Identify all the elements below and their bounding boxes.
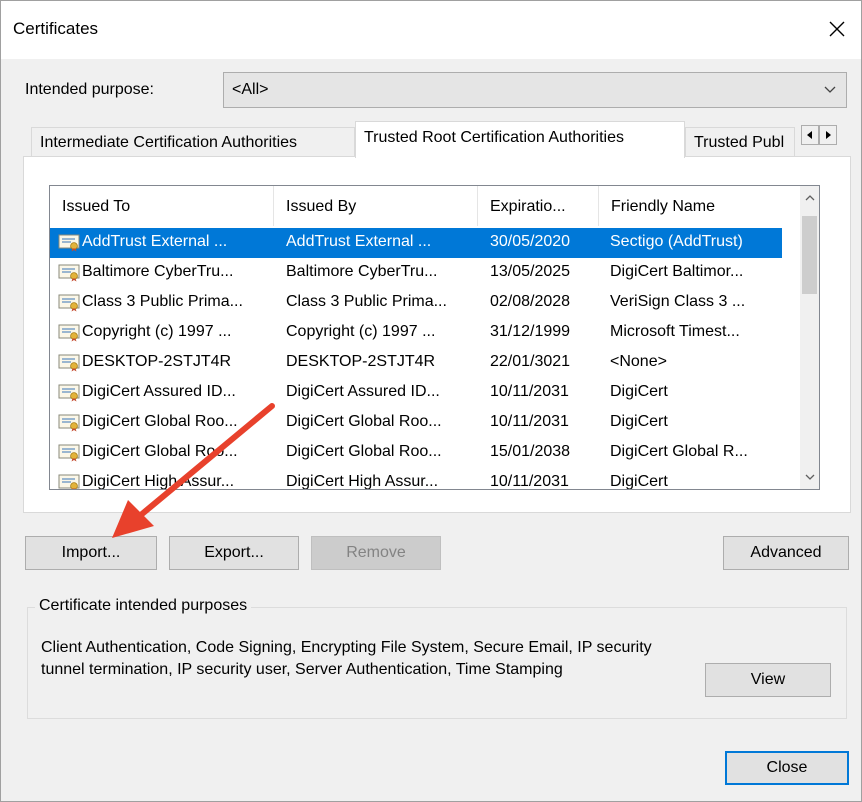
intended-purpose-value: <All> bbox=[232, 81, 269, 98]
cell-issued-by: Baltimore CyberTru... bbox=[286, 263, 438, 280]
cell-issued-by: DigiCert Assured ID... bbox=[286, 383, 440, 400]
cell-friendly: VeriSign Class 3 ... bbox=[610, 293, 746, 310]
cell-expiration: 10/11/2031 bbox=[490, 413, 569, 430]
table-row[interactable]: DigiCert Global Roo... DigiCert Global Ro… bbox=[50, 438, 782, 468]
cell-issued-by: DigiCert Global Roo... bbox=[286, 443, 442, 460]
table-row[interactable]: DigiCert Global Roo... DigiCert Global Ro… bbox=[50, 408, 782, 438]
cell-expiration: 30/05/2020 bbox=[490, 233, 571, 250]
tab-scroll-left-icon[interactable] bbox=[801, 125, 819, 145]
certificate-icon bbox=[58, 324, 80, 342]
cell-issued-to: DigiCert Global Roo... bbox=[82, 443, 238, 460]
cell-expiration: 02/08/2028 bbox=[490, 293, 571, 310]
import-button[interactable]: Import... bbox=[25, 536, 157, 570]
column-expiration[interactable]: Expiratio... bbox=[478, 186, 599, 226]
intended-purpose-label: Intended purpose: bbox=[25, 81, 154, 98]
vertical-scrollbar[interactable] bbox=[800, 186, 819, 489]
table-row[interactable]: Copyright (c) 1997 ... Copyright (c) 1997… bbox=[50, 318, 782, 348]
tab-page: Issued To Issued By Expiratio... Friendl… bbox=[23, 156, 851, 513]
tab-scroll-right-icon[interactable] bbox=[819, 125, 837, 145]
certificate-icon bbox=[58, 234, 80, 252]
certificate-list[interactable]: Issued To Issued By Expiratio... Friendl… bbox=[49, 185, 820, 490]
view-button[interactable]: View bbox=[705, 663, 831, 697]
export-button[interactable]: Export... bbox=[169, 536, 299, 570]
close-icon[interactable] bbox=[819, 11, 855, 47]
cell-expiration: 10/11/2031 bbox=[490, 473, 569, 490]
cell-issued-by: DESKTOP-2STJT4R bbox=[286, 353, 436, 370]
cell-friendly: DigiCert Baltimor... bbox=[610, 263, 744, 280]
column-issued-to[interactable]: Issued To bbox=[50, 186, 274, 226]
cell-issued-to: Copyright (c) 1997 ... bbox=[82, 323, 232, 340]
cell-friendly: DigiCert bbox=[610, 413, 668, 430]
cell-friendly: DigiCert Global R... bbox=[610, 443, 748, 460]
certificate-icon bbox=[58, 264, 80, 282]
table-row[interactable]: DigiCert High Assur... DigiCert High Assu… bbox=[50, 468, 782, 490]
table-row[interactable]: AddTrust External ... AddTrust External .… bbox=[50, 228, 782, 258]
tab-label: Intermediate Certification Authorities bbox=[40, 134, 298, 151]
certificate-icon bbox=[58, 294, 80, 312]
cell-issued-by: Copyright (c) 1997 ... bbox=[286, 323, 436, 340]
intended-purpose-select[interactable]: <All> bbox=[223, 72, 847, 108]
cell-issued-to: DigiCert Global Roo... bbox=[82, 413, 238, 430]
cell-expiration: 15/01/2038 bbox=[490, 443, 571, 460]
intended-purposes-text: Client Authentication, Code Signing, Enc… bbox=[41, 639, 652, 678]
cell-expiration: 22/01/3021 bbox=[490, 353, 571, 370]
certificate-icon bbox=[58, 384, 80, 402]
table-row[interactable]: Class 3 Public Prima... Class 3 Public Pr… bbox=[50, 288, 782, 318]
remove-button[interactable]: Remove bbox=[311, 536, 441, 570]
cell-expiration: 31/12/1999 bbox=[490, 323, 571, 340]
cell-issued-to: DigiCert Assured ID... bbox=[82, 383, 236, 400]
chevron-down-icon bbox=[824, 82, 836, 94]
cell-issued-to: DigiCert High Assur... bbox=[82, 473, 235, 490]
cell-issued-to: AddTrust External ... bbox=[82, 233, 228, 250]
dialog-title: Certificates bbox=[13, 19, 99, 38]
scroll-down-icon[interactable] bbox=[800, 467, 819, 487]
table-row[interactable]: DESKTOP-2STJT4R DESKTOP-2STJT4R 22/01/3021… bbox=[50, 348, 782, 378]
certificate-icon bbox=[58, 354, 80, 372]
cell-expiration: 13/05/2025 bbox=[490, 263, 571, 280]
cell-friendly: <None> bbox=[610, 353, 667, 370]
certificate-icon bbox=[58, 444, 80, 462]
column-issued-by[interactable]: Issued By bbox=[274, 186, 478, 226]
certificates-dialog: Certificates Intended purpose: <All> Int… bbox=[0, 0, 862, 802]
certificate-icon bbox=[58, 414, 80, 432]
certificate-store-tabs: Intermediate Certification Authorities T… bbox=[23, 121, 853, 158]
cell-issued-by: DigiCert High Assur... bbox=[286, 473, 439, 490]
cell-issued-to: DESKTOP-2STJT4R bbox=[82, 353, 232, 370]
cell-expiration: 10/11/2031 bbox=[490, 383, 569, 400]
close-button[interactable]: Close bbox=[725, 751, 849, 785]
cell-issued-by: DigiCert Global Roo... bbox=[286, 413, 442, 430]
tab-intermediate[interactable]: Intermediate Certification Authorities bbox=[31, 127, 355, 157]
list-header: Issued To Issued By Expiratio... Friendl… bbox=[50, 186, 801, 226]
cell-friendly: DigiCert bbox=[610, 473, 668, 490]
tab-trusted-publishers[interactable]: Trusted Publ bbox=[685, 127, 795, 157]
table-row[interactable]: Baltimore CyberTru... Baltimore CyberTru.… bbox=[50, 258, 782, 288]
cell-friendly: Microsoft Timest... bbox=[610, 323, 740, 340]
tab-label: Trusted Publ bbox=[694, 134, 785, 151]
tab-trusted-root[interactable]: Trusted Root Certification Authorities bbox=[355, 121, 685, 158]
table-row[interactable]: DigiCert Assured ID... DigiCert Assured I… bbox=[50, 378, 782, 408]
cell-issued-to: Class 3 Public Prima... bbox=[82, 293, 243, 310]
intended-purposes-legend: Certificate intended purposes bbox=[35, 597, 252, 615]
column-friendly-name[interactable]: Friendly Name bbox=[599, 186, 782, 226]
cell-friendly: Sectigo (AddTrust) bbox=[610, 233, 743, 250]
scroll-up-icon[interactable] bbox=[800, 188, 819, 208]
cell-issued-by: Class 3 Public Prima... bbox=[286, 293, 447, 310]
tab-label: Trusted Root Certification Authorities bbox=[364, 129, 624, 146]
cell-friendly: DigiCert bbox=[610, 383, 668, 400]
cell-issued-by: AddTrust External ... bbox=[286, 233, 432, 250]
advanced-button[interactable]: Advanced bbox=[723, 536, 849, 570]
scrollbar-thumb[interactable] bbox=[802, 216, 817, 294]
certificate-icon bbox=[58, 474, 80, 489]
cell-issued-to: Baltimore CyberTru... bbox=[82, 263, 234, 280]
title-bar: Certificates bbox=[1, 1, 861, 59]
